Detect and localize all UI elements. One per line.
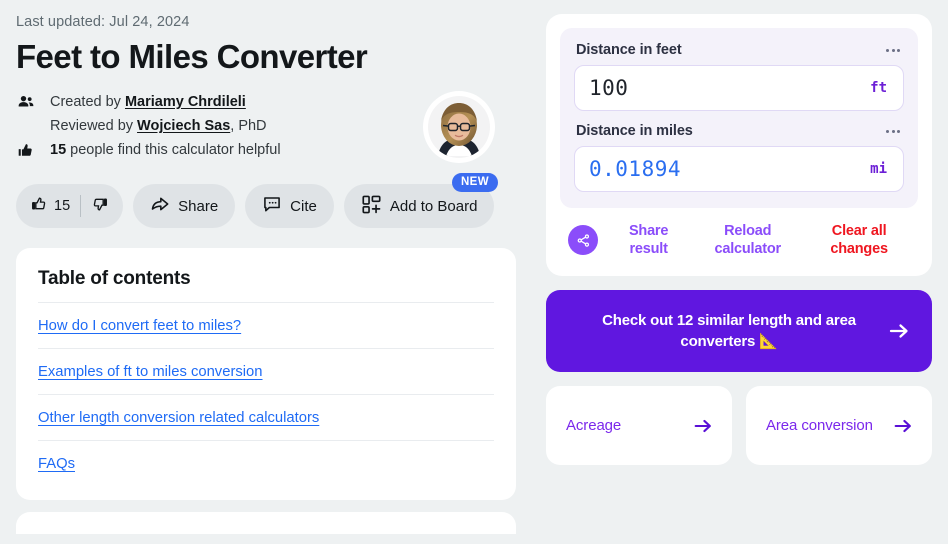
toc-link-3[interactable]: FAQs: [38, 456, 75, 472]
next-section-card: [16, 512, 516, 534]
feet-input[interactable]: 100 ft: [574, 65, 904, 111]
toc-item: FAQs: [38, 440, 494, 486]
miles-input-value[interactable]: 0.01894: [589, 157, 681, 181]
quote-bubble-icon: [262, 194, 282, 218]
feet-unit-label: ft: [870, 80, 887, 96]
thumbs-up-icon: [16, 139, 40, 161]
toc-item: Examples of ft to miles conversion: [38, 348, 494, 394]
similar-converters-banner[interactable]: Check out 12 similar length and area con…: [546, 290, 932, 372]
field-header: Distance in miles: [574, 123, 904, 146]
related-card-label: Acreage: [566, 417, 622, 434]
page-root: Last updated: Jul 24, 2024 Feet to Miles…: [0, 0, 948, 544]
related-calculators: Acreage Area conversion: [546, 386, 932, 465]
calculator-card: Distance in feet 100 ft Distance in mile…: [546, 14, 932, 276]
calculator-column: Distance in feet 100 ft Distance in mile…: [546, 0, 948, 544]
field-label: Distance in feet: [576, 42, 682, 58]
share-button-label: Share: [178, 197, 219, 215]
avatar: [426, 94, 492, 160]
field-label: Distance in miles: [576, 123, 693, 139]
toc-item: How do I convert feet to miles?: [38, 302, 494, 348]
clear-all-changes-link[interactable]: Clear all changes: [806, 222, 912, 258]
toc-title: Table of contents: [38, 268, 191, 289]
calculator-fields: Distance in feet 100 ft Distance in mile…: [560, 28, 918, 208]
toc-item: Other length conversion related calculat…: [38, 394, 494, 440]
helpful-text: 15 people find this calculator helpful: [50, 142, 281, 158]
add-to-board-label: Add to Board: [389, 197, 478, 215]
page-title: Feet to Miles Converter: [16, 38, 368, 75]
ellipsis-icon[interactable]: [884, 43, 902, 58]
article-column: Last updated: Jul 24, 2024 Feet to Miles…: [0, 0, 530, 544]
upvote-count: 15: [54, 198, 71, 214]
divider: [80, 195, 82, 217]
share-button[interactable]: Share: [133, 184, 236, 228]
toc-link-2[interactable]: Other length conversion related calculat…: [38, 410, 319, 426]
field-distance-in-miles: Distance in miles 0.01894 mi: [574, 123, 904, 192]
cite-button[interactable]: Cite: [245, 184, 334, 228]
arrow-right-icon: [886, 319, 912, 343]
people-icon: [16, 91, 40, 113]
author-link[interactable]: Mariamy Chrdileli: [125, 94, 246, 110]
share-result-link[interactable]: Share result: [608, 222, 689, 258]
arrow-right-icon: [692, 415, 714, 437]
last-updated-text: Last updated: Jul 24, 2024: [16, 14, 190, 30]
feet-input-value[interactable]: 100: [589, 76, 628, 100]
ellipsis-icon[interactable]: [884, 124, 902, 139]
avatar-illustration: [428, 96, 490, 158]
article-actions: 15 Share Cite Add to Board NEW: [16, 173, 516, 228]
related-card-label: Area conversion: [766, 417, 873, 434]
table-of-contents-card: Table of contents How do I convert feet …: [16, 248, 516, 500]
cite-button-label: Cite: [290, 197, 317, 215]
calculator-actions: Share result Reload calculator Clear all…: [560, 208, 918, 260]
miles-unit-label: mi: [870, 161, 887, 177]
vote-pill[interactable]: 15: [16, 184, 124, 228]
board-grid-plus-icon: [361, 194, 382, 219]
reload-calculator-link[interactable]: Reload calculator: [689, 222, 806, 258]
share-arrow-icon: [150, 194, 170, 218]
reviewed-by-text: Reviewed by Wojciech Sas, PhD: [50, 118, 267, 134]
new-badge: NEW: [451, 173, 498, 192]
arrow-right-icon: [892, 415, 914, 437]
related-card-area-conversion[interactable]: Area conversion: [746, 386, 932, 465]
reviewer-link[interactable]: Wojciech Sas: [137, 118, 230, 134]
miles-input[interactable]: 0.01894 mi: [574, 146, 904, 192]
field-header: Distance in feet: [574, 42, 904, 65]
share-nodes-icon[interactable]: [568, 225, 598, 255]
thumbs-up-icon[interactable]: [30, 195, 48, 217]
toc-link-1[interactable]: Examples of ft to miles conversion: [38, 364, 263, 380]
created-by-text: Created by Mariamy Chrdileli: [50, 94, 246, 110]
field-distance-in-feet: Distance in feet 100 ft: [574, 42, 904, 111]
thumbs-down-icon[interactable]: [91, 195, 109, 217]
related-card-acreage[interactable]: Acreage: [546, 386, 732, 465]
similar-converters-text: Check out 12 similar length and area con…: [602, 312, 856, 350]
toc-link-0[interactable]: How do I convert feet to miles?: [38, 318, 241, 334]
